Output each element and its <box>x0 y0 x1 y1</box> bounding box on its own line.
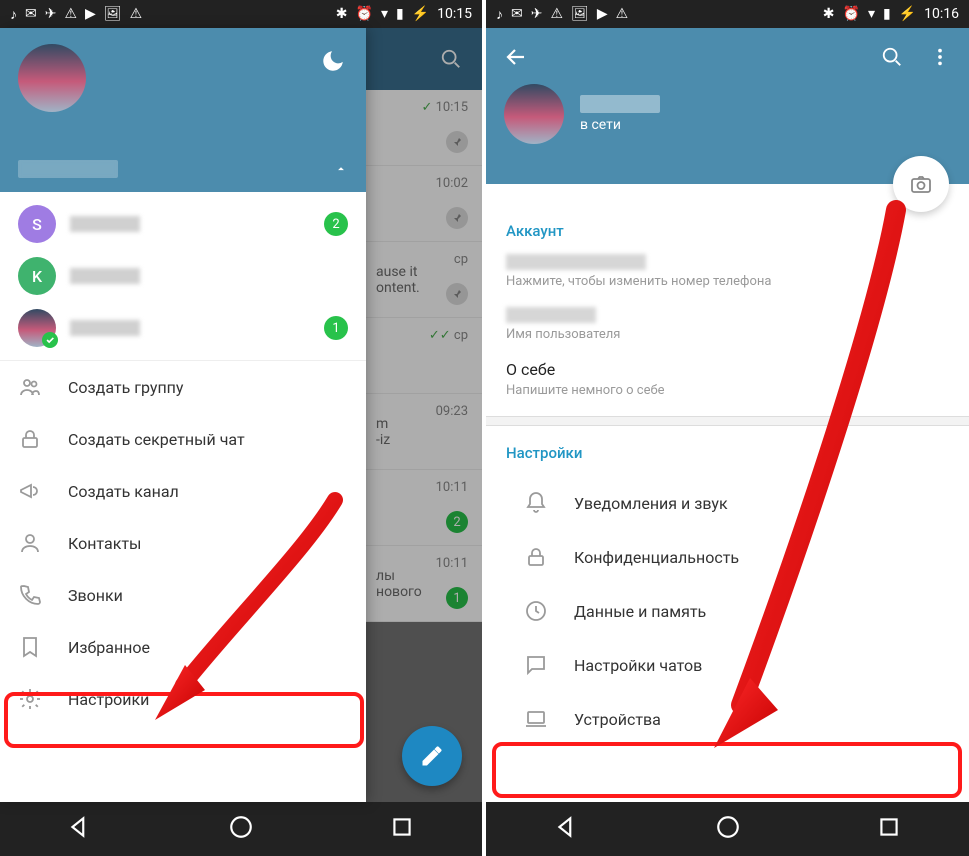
settings-section: Настройки Уведомления и звук Конфиденциа… <box>486 426 969 758</box>
settings-label: Данные и память <box>574 602 706 621</box>
lock-icon <box>524 545 548 569</box>
settings-label: Настройки чатов <box>574 656 702 675</box>
account-name-blurred <box>70 268 140 284</box>
gear-icon <box>18 687 42 711</box>
phone-icon <box>18 583 42 607</box>
menu-label: Избранное <box>68 638 150 657</box>
statusbar-right-icons: ✱⏰▾▮⚡ 10:16 <box>823 6 959 22</box>
back-button[interactable] <box>67 814 93 844</box>
compose-fab[interactable] <box>402 726 462 786</box>
menu-label: Звонки <box>68 586 123 605</box>
section-divider <box>486 416 969 426</box>
statusbar-left-icons: ♪✉✈⚠🖼▶⚠ <box>496 6 628 23</box>
account-row[interactable]: K <box>0 250 366 302</box>
chat-icon <box>524 653 548 677</box>
bio-hint: Напишите немного о себе <box>506 383 949 398</box>
menu-saved[interactable]: Избранное <box>0 621 366 673</box>
profile-avatar[interactable] <box>504 84 564 144</box>
screenshot-left: ♪✉✈⚠▶🖼⚠ ✱⏰▾▮⚡ 10:15 ✓ 10:15 10:02 ср aus… <box>0 0 482 856</box>
settings-data[interactable]: Данные и память <box>506 584 949 638</box>
chevron-up-icon[interactable] <box>334 162 348 176</box>
bell-icon <box>524 491 548 515</box>
menu-label: Создать группу <box>68 378 183 397</box>
bio-label: О себе <box>506 360 949 379</box>
menu-label: Создать канал <box>68 482 179 501</box>
account-name-blurred <box>70 320 140 336</box>
account-name-blurred <box>70 216 140 232</box>
megaphone-icon <box>18 479 42 503</box>
drawer-overlay[interactable] <box>366 28 482 802</box>
back-button[interactable] <box>554 814 580 844</box>
account-avatar: K <box>18 257 56 295</box>
statusbar-time: 10:15 <box>437 6 472 22</box>
menu-create-group[interactable]: Создать группу <box>0 361 366 413</box>
bio-field[interactable]: О себе Напишите немного о себе <box>506 360 949 398</box>
android-navbar <box>0 802 482 856</box>
menu-contacts[interactable]: Контакты <box>0 517 366 569</box>
search-icon[interactable] <box>881 46 903 72</box>
menu-label: Контакты <box>68 534 141 553</box>
username-hint: Имя пользователя <box>506 327 949 342</box>
statusbar-right-icons: ✱⏰▾▮⚡ 10:15 <box>336 6 472 22</box>
laptop-icon <box>524 707 548 731</box>
username-field[interactable]: Имя пользователя <box>506 307 949 342</box>
user-avatar[interactable] <box>18 44 86 112</box>
username-blurred <box>18 160 118 178</box>
statusbar: ♪✉✈⚠▶🖼⚠ ✱⏰▾▮⚡ 10:15 <box>0 0 482 28</box>
contact-icon <box>18 531 42 555</box>
account-avatar: S <box>18 205 56 243</box>
bookmark-icon <box>18 635 42 659</box>
statusbar-left-icons: ♪✉✈⚠▶🖼⚠ <box>10 6 142 23</box>
username-blurred <box>506 307 596 323</box>
account-row[interactable]: 1 <box>0 302 366 354</box>
menu-calls[interactable]: Звонки <box>0 569 366 621</box>
account-section: Аккаунт Нажмите, чтобы изменить номер те… <box>486 204 969 416</box>
data-icon <box>524 599 548 623</box>
phone-hint: Нажмите, чтобы изменить номер телефона <box>506 274 949 289</box>
profile-name-blurred <box>580 95 660 113</box>
more-icon[interactable] <box>929 46 951 72</box>
phone-field[interactable]: Нажмите, чтобы изменить номер телефона <box>506 254 949 289</box>
section-title: Аккаунт <box>506 222 949 240</box>
drawer-header <box>0 28 366 192</box>
navigation-drawer: S 2 K 1 Создать группу Создать <box>0 28 366 802</box>
group-icon <box>18 375 42 399</box>
screenshot-right: ♪✉✈⚠🖼▶⚠ ✱⏰▾▮⚡ 10:16 в сети <box>486 0 969 856</box>
account-row[interactable]: S 2 <box>0 198 366 250</box>
back-icon[interactable] <box>504 45 528 73</box>
night-mode-icon[interactable] <box>320 48 346 78</box>
android-navbar <box>486 802 969 856</box>
menu-label: Создать секретный чат <box>68 430 245 449</box>
settings-label: Конфиденциальность <box>574 548 739 567</box>
phone-blurred <box>506 254 646 270</box>
recent-button[interactable] <box>876 814 902 844</box>
menu-settings[interactable]: Настройки <box>0 673 366 725</box>
drawer-menu: Создать группу Создать секретный чат Соз… <box>0 361 366 802</box>
settings-label: Уведомления и звук <box>574 494 728 513</box>
statusbar: ♪✉✈⚠🖼▶⚠ ✱⏰▾▮⚡ 10:16 <box>486 0 969 28</box>
profile-status: в сети <box>580 117 660 133</box>
settings-devices[interactable]: Устройства <box>506 692 949 746</box>
account-switcher: S 2 K 1 <box>0 192 366 361</box>
active-account-check-icon <box>42 332 58 348</box>
lock-icon <box>18 427 42 451</box>
menu-secret-chat[interactable]: Создать секретный чат <box>0 413 366 465</box>
settings-notifications[interactable]: Уведомления и звук <box>506 476 949 530</box>
recent-button[interactable] <box>389 814 415 844</box>
home-button[interactable] <box>228 814 254 844</box>
home-button[interactable] <box>715 814 741 844</box>
statusbar-time: 10:16 <box>924 6 959 22</box>
change-photo-fab[interactable] <box>893 156 949 212</box>
settings-privacy[interactable]: Конфиденциальность <box>506 530 949 584</box>
section-title: Настройки <box>506 444 949 462</box>
menu-label: Настройки <box>68 690 149 709</box>
settings-header: в сети <box>486 28 969 184</box>
settings-label: Устройства <box>574 710 661 729</box>
account-badge: 1 <box>324 316 348 340</box>
menu-create-channel[interactable]: Создать канал <box>0 465 366 517</box>
account-badge: 2 <box>324 212 348 236</box>
settings-chats[interactable]: Настройки чатов <box>506 638 949 692</box>
